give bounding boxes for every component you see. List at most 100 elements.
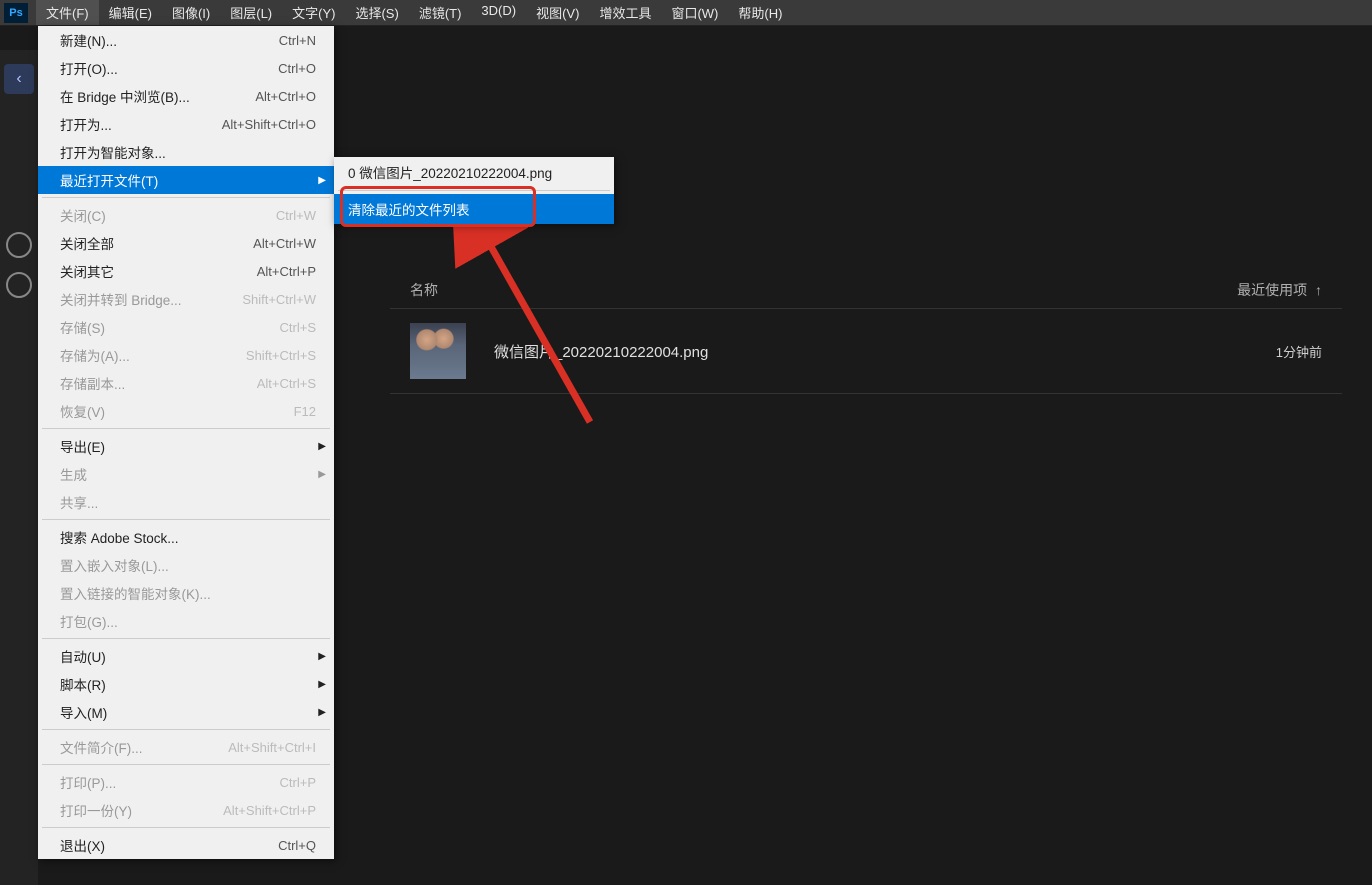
menu-item[interactable]: 导入(M)▶ [38, 698, 334, 726]
menu-item[interactable]: 最近打开文件(T) ▶ [38, 166, 334, 194]
menu-item[interactable]: 打开(O)...Ctrl+O [38, 54, 334, 82]
menu-item-label: 生成 [60, 464, 87, 484]
menu-file[interactable]: 文件(F) [36, 0, 99, 25]
menu-item-shortcut: Alt+Ctrl+W [253, 236, 316, 251]
menu-item-shortcut: Ctrl+W [276, 208, 316, 223]
menu-item: 存储副本... Alt+Ctrl+S [38, 369, 334, 397]
menu-help[interactable]: 帮助(H) [728, 0, 792, 25]
menu-item: 共享... [38, 488, 334, 516]
menu-filter[interactable]: 滤镜(T) [409, 0, 472, 25]
menu-item-shortcut: Ctrl+P [280, 775, 316, 790]
tool-circle-1[interactable] [6, 232, 32, 258]
file-time-label: 1分钟前 [1182, 342, 1322, 361]
menu-item-label: 搜索 Adobe Stock... [60, 527, 179, 547]
menu-item-label: 置入链接的智能对象(K)... [60, 583, 211, 603]
menu-separator [42, 827, 330, 828]
menu-plugins[interactable]: 增效工具 [589, 0, 661, 25]
table-header: 名称 最近使用项 ↑ [390, 260, 1342, 309]
menu-item[interactable]: 搜索 Adobe Stock... [38, 523, 334, 551]
menu-item-shortcut: Alt+Shift+Ctrl+I [228, 740, 316, 755]
menu-item-shortcut: Shift+Ctrl+W [242, 292, 316, 307]
menubar: Ps 文件(F)编辑(E)图像(I)图层(L)文字(Y)选择(S)滤镜(T)3D… [0, 0, 1372, 26]
menu-layer[interactable]: 图层(L) [220, 0, 282, 25]
menu-item-label: 打开为智能对象... [60, 142, 166, 162]
tool-circle-2[interactable] [6, 272, 32, 298]
menu-item-label: 打印(P)... [60, 772, 116, 792]
menu-separator [42, 197, 330, 198]
menu-item[interactable]: 在 Bridge 中浏览(B)...Alt+Ctrl+O [38, 82, 334, 110]
menu-item-label: 文件简介(F)... [60, 737, 143, 757]
submenu-arrow-icon: ▶ [318, 441, 326, 452]
menu-item-label: 导入(M) [60, 702, 107, 722]
menu-view[interactable]: 视图(V) [526, 0, 589, 25]
menu-item[interactable]: 打开为智能对象... [38, 138, 334, 166]
submenu-arrow-icon: ▶ [318, 651, 326, 662]
menu-item: 文件简介(F)... Alt+Shift+Ctrl+I [38, 733, 334, 761]
menu-item-label: 在 Bridge 中浏览(B)... [60, 86, 190, 106]
menu-item[interactable]: 打开为... Alt+Shift+Ctrl+O [38, 110, 334, 138]
menu-item-label: 打开为... [60, 114, 112, 134]
menu-separator [42, 519, 330, 520]
menu-item-label: 打包(G)... [60, 611, 118, 631]
menu-select[interactable]: 选择(S) [345, 0, 408, 25]
submenu-item[interactable]: 0 微信图片_20220210222004.png [334, 157, 614, 187]
menu-item[interactable]: 新建(N)...Ctrl+N [38, 26, 334, 54]
file-row[interactable]: 微信图片_20220210222004.png1分钟前 [390, 309, 1342, 394]
menu-item-shortcut: F12 [294, 404, 316, 419]
menu-item: 打印一份(Y)Alt+Shift+Ctrl+P [38, 796, 334, 824]
menu-item-label: 存储为(A)... [60, 345, 130, 365]
left-toolbar: ‹ [0, 50, 38, 885]
menu-edit[interactable]: 编辑(E) [99, 0, 162, 25]
menu-item[interactable]: 关闭全部 Alt+Ctrl+W [38, 229, 334, 257]
menu-item-label: 关闭(C) [60, 205, 106, 225]
menu-item-shortcut: Alt+Ctrl+S [257, 376, 316, 391]
back-icon[interactable]: ‹ [4, 64, 34, 94]
menu-item-label: 关闭并转到 Bridge... [60, 289, 182, 309]
menu-separator [42, 428, 330, 429]
menu-item: 关闭(C) Ctrl+W [38, 201, 334, 229]
menu-item[interactable]: 关闭其它Alt+Ctrl+P [38, 257, 334, 285]
menu-separator [42, 638, 330, 639]
file-menu-dropdown: 新建(N)...Ctrl+N打开(O)...Ctrl+O在 Bridge 中浏览… [38, 26, 334, 859]
recent-files-submenu: 0 微信图片_20220210222004.png 清除最近的文件列表 [334, 157, 614, 224]
menu-item-label: 共享... [60, 492, 98, 512]
menu-item: 打包(G)... [38, 607, 334, 635]
menu-image[interactable]: 图像(I) [162, 0, 220, 25]
menu-item-label: 脚本(R) [60, 674, 106, 694]
menu-item[interactable]: 退出(X) Ctrl+Q [38, 831, 334, 859]
menu-item: 置入链接的智能对象(K)... [38, 579, 334, 607]
menu-item-label: 最近打开文件(T) [60, 170, 158, 190]
menu-item-shortcut: Ctrl+Q [278, 838, 316, 853]
submenu-item[interactable]: 清除最近的文件列表 [334, 194, 614, 224]
menu-item-label: 存储(S) [60, 317, 105, 337]
column-recent[interactable]: 最近使用项 ↑ [1182, 280, 1322, 300]
menu-item-shortcut: Ctrl+O [278, 61, 316, 76]
app-logo: Ps [4, 3, 28, 23]
submenu-arrow-icon: ▶ [318, 175, 326, 186]
menu-item: 恢复(V) F12 [38, 397, 334, 425]
menu-item-label: 恢复(V) [60, 401, 105, 421]
menu-3d[interactable]: 3D(D) [471, 0, 526, 25]
menu-item-label: 退出(X) [60, 835, 105, 855]
menu-item: 打印(P)... Ctrl+P [38, 768, 334, 796]
menu-item[interactable]: 导出(E) ▶ [38, 432, 334, 460]
menu-item-label: 关闭全部 [60, 233, 114, 253]
menu-item: 存储(S)Ctrl+S [38, 313, 334, 341]
column-name[interactable]: 名称 [410, 280, 1182, 300]
menu-text[interactable]: 文字(Y) [282, 0, 345, 25]
file-thumbnail [410, 323, 466, 379]
menu-item: 置入嵌入对象(L)... [38, 551, 334, 579]
menu-item-shortcut: Alt+Shift+Ctrl+O [222, 117, 316, 132]
menu-item-label: 导出(E) [60, 436, 105, 456]
submenu-arrow-icon: ▶ [318, 469, 326, 480]
menu-item[interactable]: 脚本(R)▶ [38, 670, 334, 698]
menu-item[interactable]: 自动(U)▶ [38, 642, 334, 670]
menu-window[interactable]: 窗口(W) [661, 0, 728, 25]
menu-item-label: 打印一份(Y) [60, 800, 132, 820]
menu-item: 生成 ▶ [38, 460, 334, 488]
menu-item-shortcut: Ctrl+N [279, 33, 316, 48]
file-name-label: 微信图片_20220210222004.png [494, 341, 1182, 362]
menu-item-label: 置入嵌入对象(L)... [60, 555, 169, 575]
menu-separator [338, 190, 610, 191]
menu-item-label: 存储副本... [60, 373, 125, 393]
